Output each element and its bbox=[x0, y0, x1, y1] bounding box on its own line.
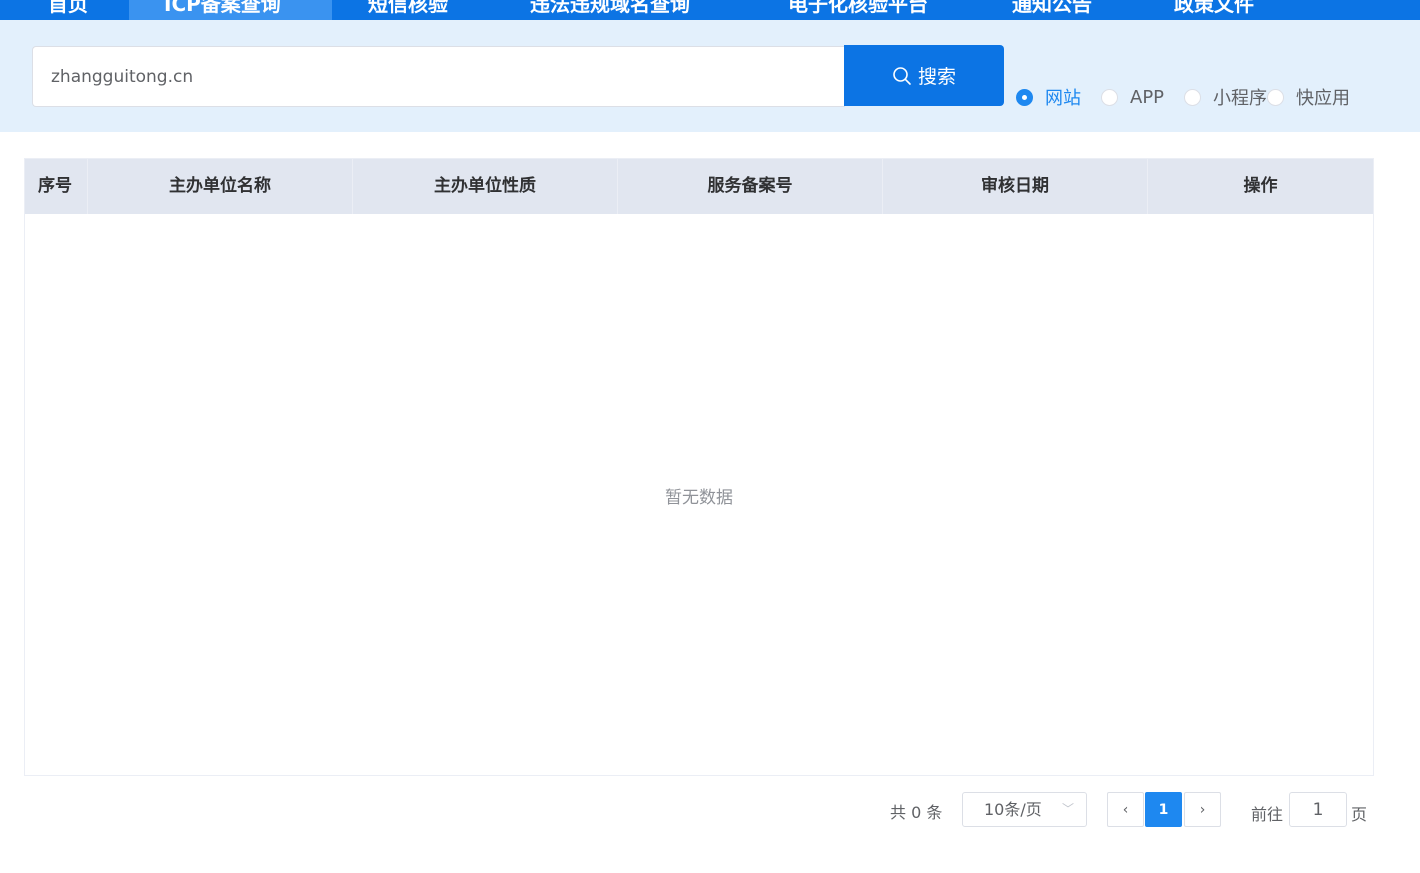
column-header-review-date: 审核日期 bbox=[883, 159, 1148, 214]
column-header-actions: 操作 bbox=[1243, 176, 1278, 196]
nav-item-icp-query[interactable]: ICP备案查询 bbox=[164, 0, 281, 20]
radio-label: APP bbox=[1130, 86, 1165, 108]
empty-state-text: 暂无数据 bbox=[665, 487, 733, 508]
nav-item-sms-verify[interactable]: 短信核验 bbox=[368, 0, 448, 20]
search-icon bbox=[893, 66, 911, 85]
results-table: 序号 主办单位名称 主办单位性质 服务备案号 审核日期 操作 暂无数据 bbox=[24, 158, 1374, 776]
nav-item-illegal-domain[interactable]: 违法违规域名查询 bbox=[530, 0, 690, 20]
page-size-select[interactable]: 10条/页 ﹀ bbox=[962, 792, 1087, 827]
radio-quick-app[interactable]: 快应用 bbox=[1267, 84, 1350, 110]
table-header: 序号 主办单位名称 主办单位性质 服务备案号 审核日期 操作 bbox=[25, 159, 1373, 214]
top-nav: 首页 ICP备案查询 短信核验 违法违规域名查询 电子化核验平台 通知公告 政策… bbox=[0, 0, 1420, 20]
radio-app[interactable]: APP bbox=[1101, 87, 1164, 108]
radio-website[interactable]: 网站 bbox=[1016, 84, 1081, 110]
pagination: 共 0 条 10条/页 ﹀ ‹ 1 › 前往 页 bbox=[0, 792, 1420, 828]
page-size-value: 10条/页 bbox=[984, 800, 1042, 819]
goto-suffix: 页 bbox=[1351, 805, 1368, 824]
radio-label: 网站 bbox=[1045, 88, 1081, 109]
goto-page-input[interactable] bbox=[1289, 792, 1347, 827]
next-page-button[interactable]: › bbox=[1184, 792, 1221, 827]
radio-mini-program[interactable]: 小程序 bbox=[1184, 84, 1267, 110]
radio-dot-icon bbox=[1016, 88, 1033, 106]
search-button-label: 搜索 bbox=[917, 66, 956, 88]
column-header-sponsor-name: 主办单位名称 bbox=[88, 159, 353, 214]
page-number-button[interactable]: 1 bbox=[1145, 792, 1182, 827]
chevron-left-icon: ‹ bbox=[1122, 801, 1129, 818]
radio-label: 小程序 bbox=[1213, 88, 1268, 109]
chevron-right-icon: › bbox=[1199, 801, 1206, 818]
search-band: 搜索 网站 APP 小程序 快应用 bbox=[0, 20, 1420, 132]
search-type-radio-group: 网站 APP 小程序 快应用 bbox=[1016, 84, 1370, 110]
nav-item-e-verify[interactable]: 电子化核验平台 bbox=[788, 0, 928, 20]
column-header-index: 序号 bbox=[25, 159, 88, 214]
nav-item-home[interactable]: 首页 bbox=[48, 0, 88, 20]
radio-dot-icon bbox=[1101, 88, 1118, 106]
total-count: 共 0 条 bbox=[890, 803, 943, 822]
prev-page-button[interactable]: ‹ bbox=[1107, 792, 1144, 827]
chevron-down-icon: ﹀ bbox=[1061, 802, 1074, 816]
column-header-license-number: 服务备案号 bbox=[618, 159, 883, 214]
nav-item-policies[interactable]: 政策文件 bbox=[1174, 0, 1254, 20]
search-button[interactable]: 搜索 bbox=[844, 45, 1004, 106]
nav-item-notices[interactable]: 通知公告 bbox=[1012, 0, 1092, 20]
goto-label: 前往 bbox=[1251, 805, 1284, 824]
radio-label: 快应用 bbox=[1296, 88, 1351, 109]
column-header-sponsor-type: 主办单位性质 bbox=[353, 159, 618, 214]
radio-dot-icon bbox=[1267, 88, 1285, 106]
radio-dot-icon bbox=[1184, 88, 1202, 106]
search-input[interactable] bbox=[32, 46, 845, 107]
